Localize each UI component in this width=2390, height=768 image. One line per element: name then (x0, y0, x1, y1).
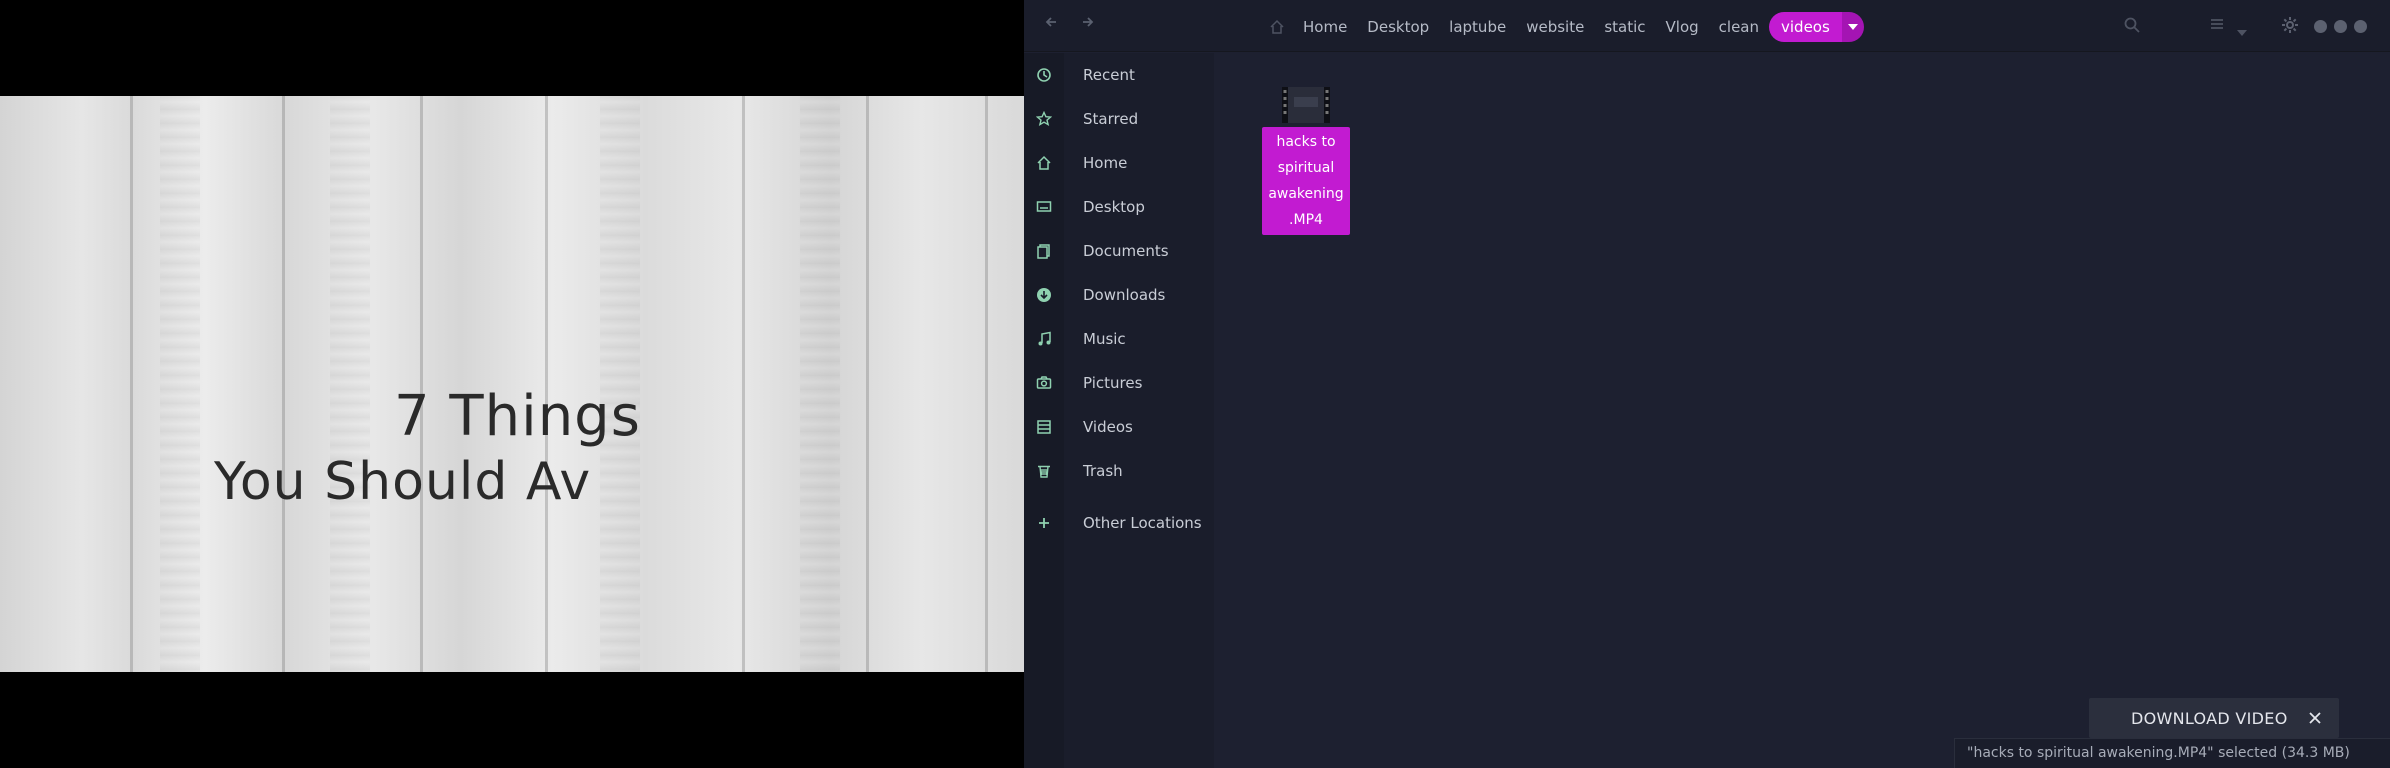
sidebar-item-videos[interactable]: Videos (1024, 405, 1214, 449)
view-list-button[interactable] (2209, 16, 2225, 36)
breadcrumb: Home Desktop laptube website static Vlog… (1269, 12, 1864, 42)
sidebar-item-label: Videos (1083, 418, 1133, 436)
video-player[interactable]: 7 Things You Should Av (0, 0, 1024, 768)
file-manager-window: Home Desktop laptube website static Vlog… (1024, 0, 2390, 768)
view-options-button[interactable] (2237, 21, 2247, 40)
clock-icon (1024, 67, 1064, 83)
breadcrumb-clean[interactable]: clean (1709, 12, 1769, 42)
breadcrumb-laptube[interactable]: laptube (1439, 12, 1516, 42)
sidebar-item-label: Pictures (1083, 374, 1143, 392)
file-item[interactable]: hacks to spiritual awakening .MP4 (1262, 83, 1350, 235)
video-caption-line1: 7 Things (394, 384, 641, 449)
back-button[interactable] (1044, 14, 1060, 35)
search-button[interactable] (2123, 16, 2141, 38)
sidebar-item-label: Starred (1083, 110, 1139, 128)
video-caption-line2: You Should Av (214, 452, 592, 512)
sidebar-item-other-locations[interactable]: Other Locations (1024, 501, 1214, 545)
notice-close-button[interactable] (2305, 708, 2325, 728)
desktop-icon (1024, 199, 1064, 215)
film-icon (1282, 87, 1330, 123)
sidebar-item-music[interactable]: Music (1024, 317, 1214, 361)
breadcrumb-static[interactable]: static (1594, 12, 1655, 42)
plus-icon (1024, 517, 1064, 529)
sidebar-item-starred[interactable]: Starred (1024, 97, 1214, 141)
sidebar-item-label: Downloads (1083, 286, 1166, 304)
video-frame[interactable]: 7 Things You Should Av (0, 96, 1024, 672)
home-icon (1024, 155, 1064, 171)
sidebar-item-pictures[interactable]: Pictures (1024, 361, 1214, 405)
home-icon (1269, 19, 1287, 35)
star-icon (1024, 111, 1064, 127)
sidebar-item-recent[interactable]: Recent (1024, 53, 1214, 97)
maximize-button[interactable] (2334, 20, 2347, 33)
sidebar-item-label: Desktop (1083, 198, 1145, 216)
documents-icon (1024, 243, 1064, 259)
file-name-line: hacks to (1276, 134, 1336, 150)
sidebar-item-label: Home (1083, 154, 1128, 172)
sidebar-item-label: Documents (1083, 242, 1169, 260)
sidebar-item-label: Music (1083, 330, 1126, 348)
chevron-down-icon (2237, 30, 2247, 36)
file-name-label: hacks to spiritual awakening .MP4 (1262, 127, 1350, 235)
sidebar-item-downloads[interactable]: Downloads (1024, 273, 1214, 317)
settings-button[interactable] (2281, 16, 2299, 38)
breadcrumb-vlog[interactable]: Vlog (1656, 12, 1709, 42)
trash-icon (1024, 463, 1064, 479)
sidebar: Recent Starred Home Desktop Documents Do… (1024, 53, 1214, 768)
status-bar: "hacks to spiritual awakening.MP4" selec… (1954, 738, 2390, 768)
breadcrumb-videos[interactable]: videos (1769, 12, 1842, 42)
chevron-down-icon (1847, 24, 1858, 30)
breadcrumb-desktop[interactable]: Desktop (1357, 12, 1439, 42)
search-icon (2124, 17, 2140, 33)
music-icon (1024, 331, 1064, 347)
sidebar-item-label: Other Locations (1083, 514, 1202, 532)
file-view[interactable]: hacks to spiritual awakening .MP4 (1214, 53, 2390, 768)
breadcrumb-home[interactable]: Home (1293, 12, 1357, 42)
download-icon (1024, 287, 1064, 303)
sidebar-item-label: Recent (1083, 66, 1135, 84)
selection-status-text: "hacks to spiritual awakening.MP4" selec… (1967, 745, 2350, 761)
download-video-notice[interactable]: DOWNLOAD VIDEO (2089, 698, 2339, 738)
breadcrumb-dropdown-button[interactable] (1841, 12, 1864, 42)
sidebar-item-documents[interactable]: Documents (1024, 229, 1214, 273)
file-name-line: spiritual (1277, 160, 1335, 176)
sidebar-item-desktop[interactable]: Desktop (1024, 185, 1214, 229)
camera-icon (1024, 375, 1064, 391)
close-button[interactable] (2354, 20, 2367, 33)
close-icon (2309, 712, 2321, 724)
video-icon (1024, 419, 1064, 435)
file-name-line: .MP4 (1289, 212, 1323, 228)
breadcrumb-website[interactable]: website (1516, 12, 1594, 42)
arrow-right-icon (1083, 17, 1094, 27)
list-view-icon (2211, 19, 2223, 29)
gear-icon (2282, 17, 2298, 33)
forward-button[interactable] (1079, 14, 1095, 35)
minimize-button[interactable] (2314, 20, 2327, 33)
sidebar-item-home[interactable]: Home (1024, 141, 1214, 185)
sidebar-item-label: Trash (1083, 462, 1123, 480)
download-video-button[interactable]: DOWNLOAD VIDEO (2131, 709, 2288, 728)
arrow-left-icon (1045, 17, 1056, 27)
sidebar-item-trash[interactable]: Trash (1024, 449, 1214, 493)
file-name-line: awakening (1268, 186, 1344, 202)
headerbar: Home Desktop laptube website static Vlog… (1024, 0, 2390, 52)
